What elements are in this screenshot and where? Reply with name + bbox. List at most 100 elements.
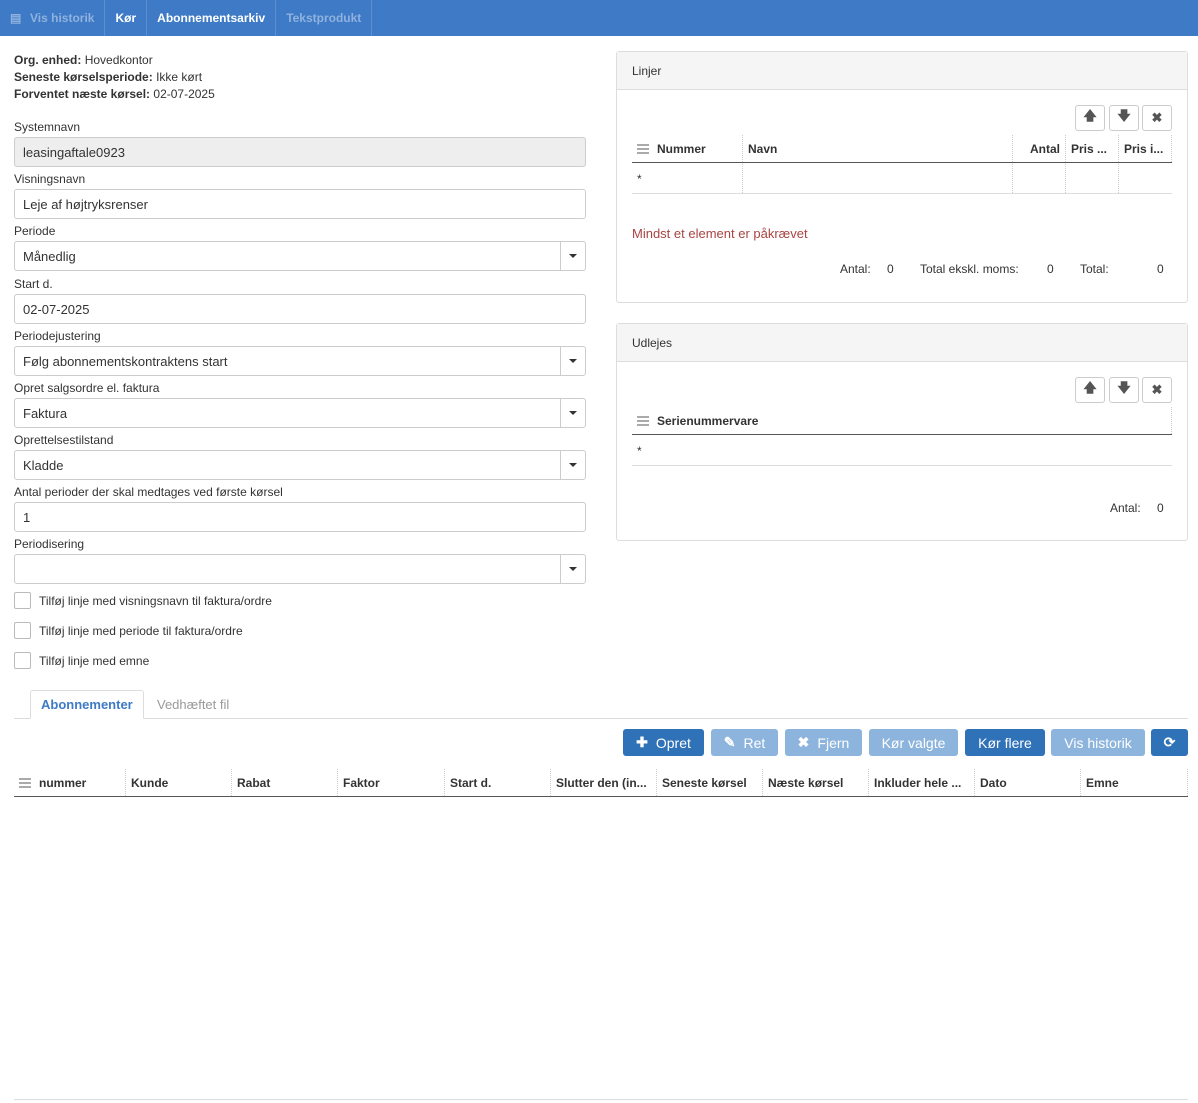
oprettelsestilstand-select[interactable]: Kladde [14, 450, 586, 480]
col-slutter[interactable]: Slutter den (in... [551, 769, 657, 796]
vis-historik-toolbar-button[interactable]: ▤ Vis historik [0, 0, 106, 36]
last-run-value: Ikke kørt [156, 70, 203, 84]
tab-vedhaeftet-fil[interactable]: Vedhæftet fil [147, 690, 239, 719]
last-run-line: Seneste kørselsperiode: Ikke kørt [14, 69, 215, 86]
periodisering-select[interactable] [14, 554, 586, 584]
chevron-down-icon[interactable] [560, 399, 585, 427]
new-row-marker: * [632, 164, 743, 193]
abonnementsarkiv-toolbar-button[interactable]: Abonnementsarkiv [147, 0, 277, 36]
periodejustering-field: Periodejustering Følg abonnementskontrak… [14, 328, 586, 376]
periodejustering-label: Periodejustering [14, 329, 101, 343]
udlejes-new-row[interactable]: * [632, 436, 1172, 466]
linjer-panel: Linjer 🡅 🡇 ✖ Nummer Navn Antal Pris ... … [616, 51, 1188, 303]
cb-emne-label: Tilføj linje med emne [39, 653, 150, 668]
col-inkluder[interactable]: Inkluder hele ... [869, 769, 975, 796]
grid-bottom-border [14, 1099, 1188, 1100]
periode-select[interactable]: Månedlig [14, 241, 586, 271]
cb-periode-label: Tilføj linje med periode til faktura/ord… [39, 623, 243, 638]
col-kunde[interactable]: Kunde [126, 769, 232, 796]
cb-periode-checkbox[interactable] [14, 622, 31, 639]
total-value: 0 [1157, 262, 1164, 276]
udlejes-antal-label: Antal: [1110, 501, 1141, 515]
refresh-button[interactable]: ⟳ [1151, 729, 1188, 756]
ret-label: Ret [743, 734, 766, 751]
periodisering-label: Periodisering [14, 537, 85, 551]
next-run-value: 02-07-2025 [153, 87, 215, 101]
start-date-input[interactable]: 02-07-2025 [14, 294, 586, 324]
move-up-button[interactable]: 🡅 [1075, 377, 1105, 403]
antal-perioder-input[interactable]: 1 [14, 502, 586, 532]
list-icon [637, 415, 649, 426]
edit-icon: ✎ [723, 734, 736, 750]
new-row-cell[interactable] [743, 164, 1013, 193]
col-naeste-koersel[interactable]: Næste kørsel [763, 769, 869, 796]
opret-select[interactable]: Faktura [14, 398, 586, 428]
col-nummer[interactable]: Nummer [632, 135, 743, 162]
col-pris-i[interactable]: Pris i... [1119, 135, 1172, 162]
col-serienummervare[interactable]: Serienummervare [632, 407, 1172, 434]
periodejustering-select[interactable]: Følg abonnementskontraktens start [14, 346, 586, 376]
last-run-label: Seneste kørselsperiode: [14, 70, 153, 84]
vis-historik-button[interactable]: Vis historik [1051, 729, 1145, 756]
cb-emne-checkbox[interactable] [14, 652, 31, 669]
tab-abonnementer[interactable]: Abonnementer [30, 690, 144, 719]
linjer-title: Linjer [617, 52, 1187, 90]
start-field: Start d. 02-07-2025 [14, 276, 586, 324]
arrow-up-icon: 🡅 [1083, 380, 1097, 395]
chevron-down-icon[interactable] [560, 555, 585, 583]
close-icon: ✖ [1151, 110, 1163, 125]
opret-button[interactable]: ✚ Opret [623, 729, 704, 756]
fjern-button[interactable]: ✖ Fjern [785, 729, 862, 756]
opret-label: Opret [655, 734, 691, 751]
opret-label: Opret salgsordre el. faktura [14, 381, 160, 395]
antal-perioder-field: Antal perioder der skal medtages ved før… [14, 484, 586, 532]
visningsnavn-input[interactable]: Leje af højtryksrenser [14, 189, 586, 219]
koer-toolbar-button[interactable]: Kør [105, 0, 148, 36]
col-pris[interactable]: Pris ... [1066, 135, 1119, 162]
tekstprodukt-toolbar-button[interactable]: Tekstprodukt [276, 0, 373, 36]
new-row-cell[interactable] [1066, 164, 1119, 193]
next-run-label: Forventet næste kørsel: [14, 87, 151, 101]
list-icon [637, 143, 649, 154]
chevron-down-icon[interactable] [560, 242, 585, 270]
col-antal[interactable]: Antal [1013, 135, 1066, 162]
fjern-label: Fjern [817, 734, 850, 751]
udlejes-grid-header: Serienummervare [632, 407, 1172, 435]
start-label: Start d. [14, 277, 53, 291]
close-icon: ✖ [797, 734, 810, 750]
udlejes-antal-value: 0 [1157, 501, 1164, 515]
total-excl-label: Total ekskl. moms: [920, 262, 1019, 276]
col-emne[interactable]: Emne [1081, 769, 1188, 796]
total-label: Total: [1080, 262, 1109, 276]
new-row-cell[interactable] [1119, 164, 1172, 193]
koer-valgte-button[interactable]: Kør valgte [869, 729, 958, 756]
move-down-button[interactable]: 🡇 [1109, 377, 1139, 403]
col-start[interactable]: Start d. [445, 769, 551, 796]
col-rabat[interactable]: Rabat [232, 769, 338, 796]
chevron-down-icon[interactable] [560, 347, 585, 375]
new-row-cell[interactable] [1013, 164, 1066, 193]
visningsnavn-field: Visningsnavn Leje af højtryksrenser [14, 171, 586, 219]
ret-button[interactable]: ✎ Ret [711, 729, 778, 756]
col-dato[interactable]: Dato [975, 769, 1081, 796]
close-icon: ✖ [1151, 382, 1163, 397]
move-up-button[interactable]: 🡅 [1075, 105, 1105, 131]
col-nummer[interactable]: nummer [14, 769, 126, 796]
cb-visningsnavn-checkbox[interactable] [14, 592, 31, 609]
next-run-line: Forventet næste kørsel: 02-07-2025 [14, 86, 215, 103]
col-faktor[interactable]: Faktor [338, 769, 445, 796]
arrow-down-icon: 🡇 [1117, 380, 1131, 395]
udlejes-panel: Udlejes 🡅 🡇 ✖ Serienummervare * Antal: 0 [616, 323, 1188, 541]
org-unit-label: Org. enhed: [14, 53, 82, 67]
col-navn[interactable]: Navn [743, 135, 1013, 162]
periode-field: Periode Månedlig [14, 223, 586, 271]
validation-error: Mindst et element er påkrævet [632, 226, 808, 241]
col-seneste-koersel[interactable]: Seneste kørsel [657, 769, 763, 796]
koer-flere-button[interactable]: Kør flere [965, 729, 1045, 756]
delete-row-button[interactable]: ✖ [1142, 377, 1172, 403]
chevron-down-icon[interactable] [560, 451, 585, 479]
delete-row-button[interactable]: ✖ [1142, 105, 1172, 131]
linjer-new-row[interactable]: * [632, 164, 1172, 194]
move-down-button[interactable]: 🡇 [1109, 105, 1139, 131]
systemnavn-label: Systemnavn [14, 120, 81, 134]
